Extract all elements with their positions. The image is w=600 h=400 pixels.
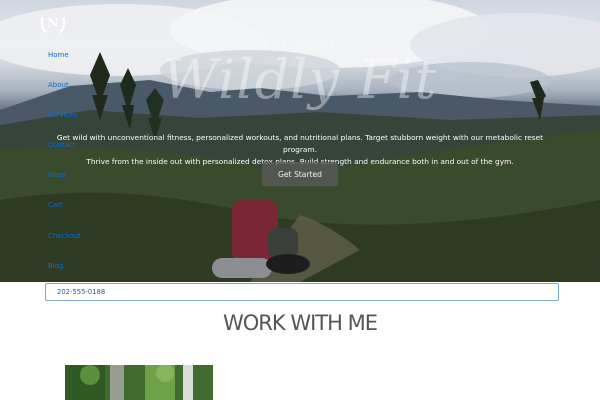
nav-item-services[interactable]: Services <box>48 111 78 119</box>
hero-title: Wildly Fit <box>162 48 438 111</box>
site-logo[interactable]: N <box>38 9 68 37</box>
phone-bar[interactable]: 202-555-0188 <box>45 283 559 301</box>
nav-item-cart[interactable]: Cart <box>48 201 63 209</box>
hero-description-line-1: Get wild with unconventional fitness, pe… <box>56 133 544 154</box>
nav-item-blog[interactable]: Blog <box>48 262 63 270</box>
work-with-me-heading: WORK WITH ME <box>223 311 378 335</box>
nav-item-checkout[interactable]: Checkout <box>48 232 81 240</box>
get-started-button[interactable]: Get Started <box>262 162 338 186</box>
hero-section: N Home About Services Contact Shop Cart … <box>0 0 600 282</box>
work-with-me-image[interactable] <box>65 365 213 400</box>
phone-number[interactable]: 202-555-0188 <box>57 288 105 296</box>
nav-item-shop[interactable]: Shop <box>48 171 66 179</box>
logo-letter: N <box>47 16 59 30</box>
